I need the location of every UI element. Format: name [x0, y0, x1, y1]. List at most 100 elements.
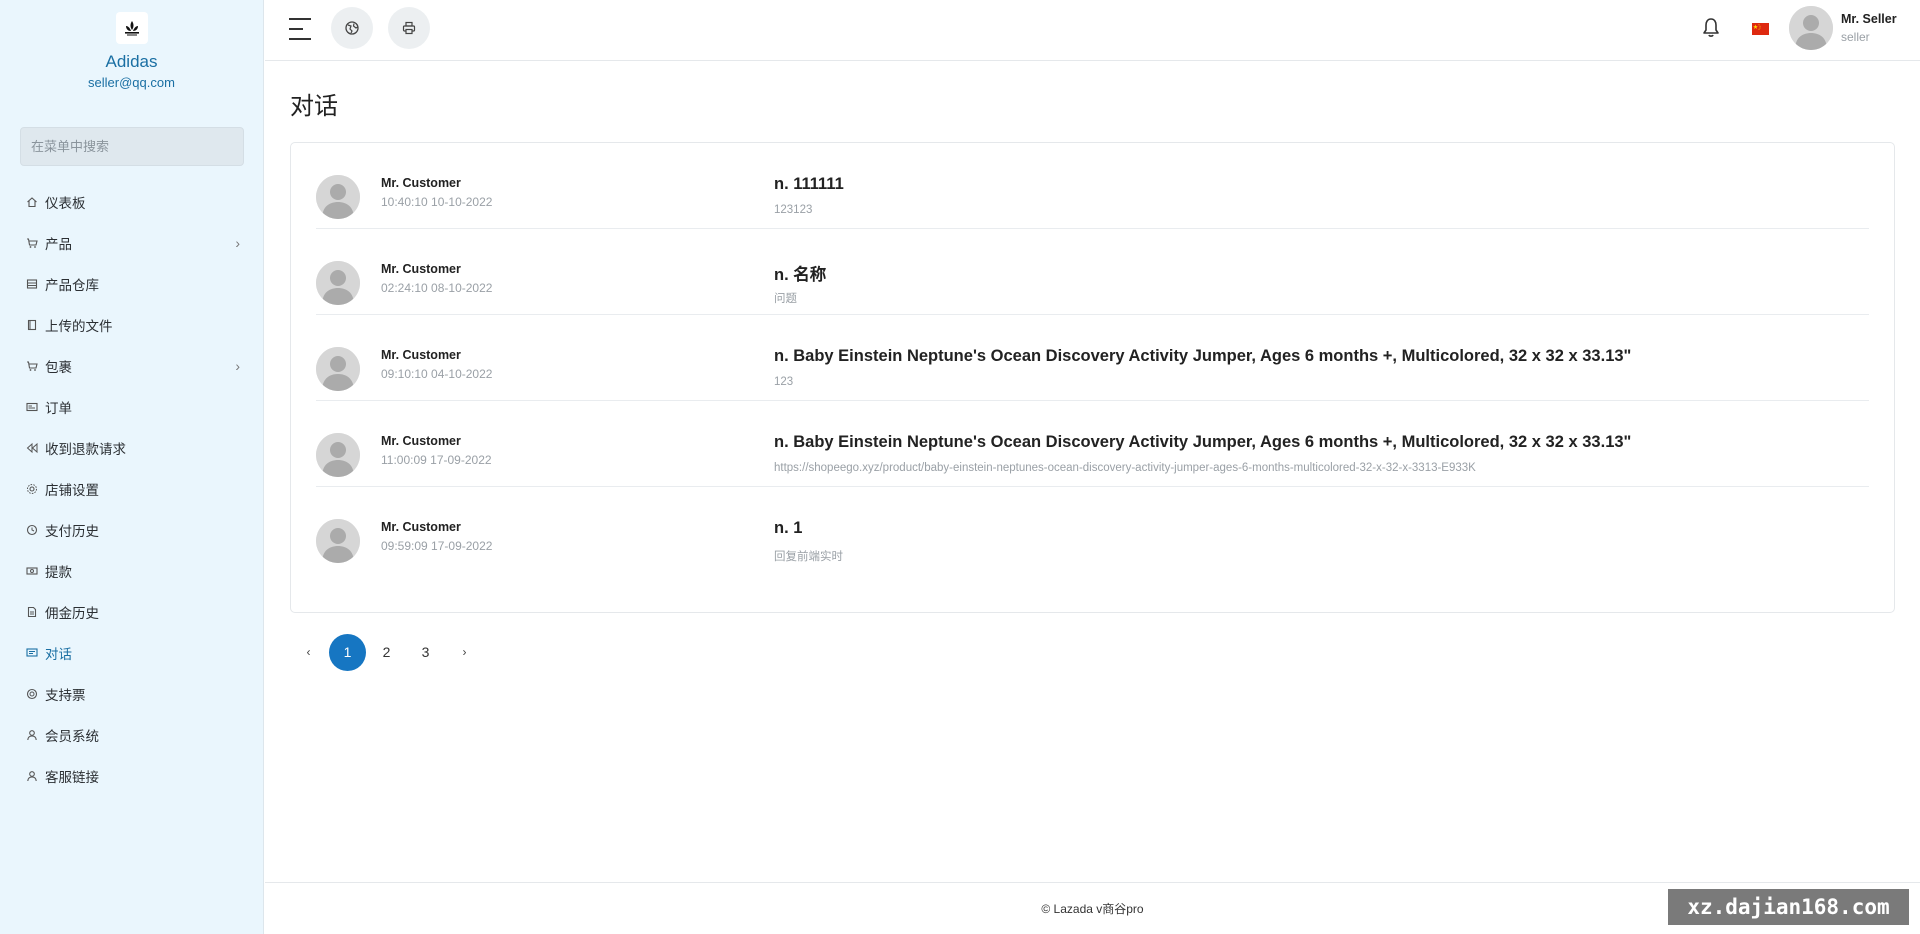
conversation-preview: 123123: [774, 204, 813, 216]
sidebar-item-label: 支持票: [45, 687, 86, 703]
sidebar-item-label: 产品: [45, 236, 72, 252]
watermark: xz.dajian168.com: [1668, 889, 1909, 925]
cart-icon: [26, 360, 38, 372]
sidebar-item-label: 佣金历史: [45, 605, 99, 621]
top-header: Mr. Seller seller: [265, 0, 1920, 61]
footer-text: © Lazada v商谷pro: [1041, 902, 1144, 916]
sidebar-item-label: 支付历史: [45, 523, 99, 539]
sidebar-item[interactable]: 上传的文件: [0, 304, 264, 345]
printer-icon: [402, 21, 416, 35]
backward-icon: [26, 442, 38, 454]
history-icon: [26, 524, 38, 536]
customer-avatar: [316, 433, 360, 477]
conversation-time: 10:40:10 10-10-2022: [381, 195, 493, 209]
customer-avatar: [316, 261, 360, 305]
pagination: ‹ 1 2 3 ›: [290, 633, 485, 671]
document-icon: [26, 606, 38, 618]
customer-name: Mr. Customer: [381, 434, 461, 448]
conversation-time: 11:00:09 17-09-2022: [381, 453, 492, 467]
sidebar-item-label: 包裹: [45, 359, 72, 375]
conversation-preview: https://shopeego.xyz/product/baby-einste…: [774, 462, 1476, 474]
sidebar-item[interactable]: 提款: [0, 550, 264, 591]
conversation-subject[interactable]: n. Baby Einstein Neptune's Ocean Discove…: [774, 433, 1631, 452]
sidebar-item[interactable]: 包裹 ›: [0, 345, 264, 386]
menu-search-input[interactable]: [20, 127, 244, 166]
pagination-next-button[interactable]: ›: [446, 634, 483, 671]
notification-bell-icon[interactable]: [1701, 17, 1721, 39]
conversation-row[interactable]: Mr. Customer 11:00:09 17-09-2022 n. Baby E…: [316, 401, 1869, 487]
money-icon: [26, 565, 38, 577]
sidebar-item[interactable]: 支付历史: [0, 509, 264, 550]
brand-block: Adidas seller@qq.com: [0, 0, 263, 90]
sidebar-item-label: 订单: [45, 400, 72, 416]
sidebar-item-label: 上传的文件: [45, 318, 113, 334]
gear-icon: [26, 483, 38, 495]
pagination-page-3[interactable]: 3: [407, 634, 444, 671]
user-icon: [26, 770, 38, 782]
sidebar: Adidas seller@qq.com 仪表板产品 › 产品仓库上传的文件包裹 › 订…: [0, 0, 264, 934]
sidebar-item-label: 对话: [45, 646, 72, 662]
sidebar-item[interactable]: 佣金历史: [0, 591, 264, 632]
conversation-time: 02:24:10 08-10-2022: [381, 281, 493, 295]
user-name[interactable]: Mr. Seller: [1841, 12, 1897, 26]
chat-icon: [26, 647, 38, 659]
sidebar-menu: 仪表板产品 › 产品仓库上传的文件包裹 › 订单收到退款请求 店铺设置支付历史提款佣金历史…: [0, 181, 264, 796]
conversation-row[interactable]: Mr. Customer 09:59:09 17-09-2022 n. 1 回复前端实…: [316, 487, 1869, 573]
conversation-time: 09:10:10 04-10-2022: [381, 367, 493, 381]
sidebar-item[interactable]: 收到退款请求: [0, 427, 264, 468]
conversation-row[interactable]: Mr. Customer 10:40:10 10-10-2022 n. 111111…: [316, 143, 1869, 229]
cn-flag-icon[interactable]: [1752, 23, 1769, 35]
conversation-preview: 回复前端实时: [774, 551, 843, 563]
sidebar-item[interactable]: 仪表板: [0, 181, 264, 222]
user-avatar[interactable]: [1789, 6, 1833, 50]
conversation-subject[interactable]: n. 名称: [774, 261, 826, 285]
conversation-subject[interactable]: n. 1: [774, 519, 802, 538]
globe-icon: [345, 21, 359, 35]
storage-icon: [26, 278, 38, 290]
sidebar-item[interactable]: 客服链接: [0, 755, 264, 796]
user-icon: [26, 729, 38, 741]
pagination-page-2[interactable]: 2: [368, 634, 405, 671]
user-role: seller: [1841, 30, 1870, 44]
sidebar-item-label: 店铺设置: [45, 482, 99, 498]
pagination-page-1[interactable]: 1: [329, 633, 366, 671]
chevron-right-icon: ›: [235, 357, 240, 374]
customer-name: Mr. Customer: [381, 262, 461, 276]
sidebar-item-label: 客服链接: [45, 769, 99, 785]
customer-name: Mr. Customer: [381, 348, 461, 362]
sidebar-item[interactable]: 对话: [0, 632, 264, 673]
hamburger-menu-icon[interactable]: [289, 18, 315, 40]
customer-avatar: [316, 347, 360, 391]
conversation-row[interactable]: Mr. Customer 09:10:10 04-10-2022 n. Baby E…: [316, 315, 1869, 401]
customer-avatar: [316, 519, 360, 563]
conversation-row[interactable]: Mr. Customer 02:24:10 08-10-2022 n. 名称 问题: [316, 229, 1869, 315]
pagination-prev-button[interactable]: ‹: [290, 634, 327, 671]
globe-button[interactable]: [331, 7, 373, 49]
sidebar-item[interactable]: 店铺设置: [0, 468, 264, 509]
conversation-subject[interactable]: n. Baby Einstein Neptune's Ocean Discove…: [774, 347, 1631, 366]
sidebar-item-label: 收到退款请求: [45, 441, 126, 457]
sidebar-item[interactable]: 会员系统: [0, 714, 264, 755]
adidas-trefoil-icon: [124, 21, 139, 36]
print-button[interactable]: [388, 7, 430, 49]
sidebar-item[interactable]: 支持票: [0, 673, 264, 714]
sidebar-item-label: 会员系统: [45, 728, 99, 744]
chevron-right-icon: ›: [235, 234, 240, 251]
card-icon: [26, 401, 38, 413]
sidebar-item-label: 仪表板: [45, 195, 86, 211]
cart-icon: [26, 237, 38, 249]
sidebar-item[interactable]: 订单: [0, 386, 264, 427]
sidebar-item[interactable]: 产品仓库: [0, 263, 264, 304]
conversation-time: 09:59:09 17-09-2022: [381, 539, 493, 553]
conversation-subject[interactable]: n. 111111: [774, 175, 844, 194]
customer-name: Mr. Customer: [381, 520, 461, 534]
support-icon: [26, 688, 38, 700]
home-icon: [26, 196, 38, 208]
brand-name: Adidas: [105, 52, 158, 71]
adidas-logo-icon[interactable]: [115, 12, 148, 44]
sidebar-item[interactable]: 产品 ›: [0, 222, 264, 263]
brand-email: seller@qq.com: [88, 75, 175, 90]
customer-avatar: [316, 175, 360, 219]
conversation-list: Mr. Customer 10:40:10 10-10-2022 n. 111111…: [290, 142, 1895, 613]
folder-icon: [26, 319, 38, 331]
